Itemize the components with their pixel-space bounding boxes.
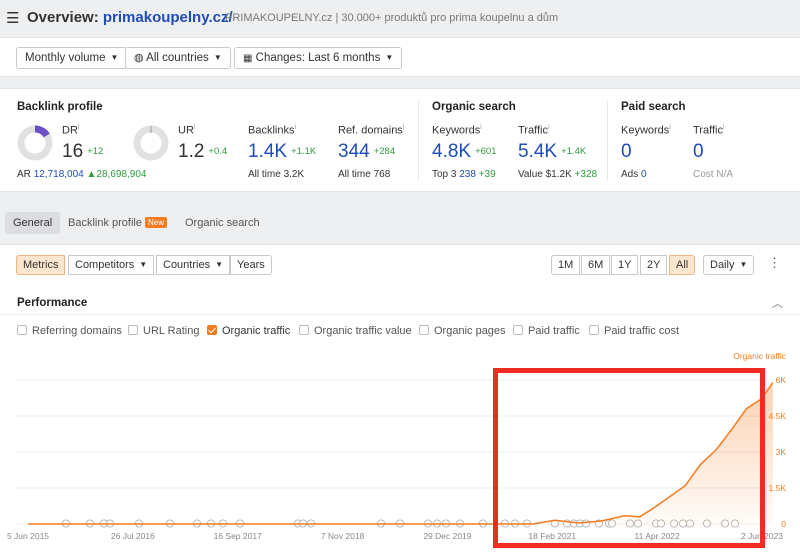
countries-chart-dropdown[interactable]: Countries ▼ [156, 255, 230, 275]
more-options-icon[interactable]: ⋮ [768, 255, 781, 271]
range-2y[interactable]: 2Y [640, 255, 668, 275]
tab-backlink-profile[interactable]: Backlink profile New [60, 212, 175, 234]
menu-icon[interactable]: ☰ [6, 9, 19, 27]
title-prefix: Overview: [27, 9, 103, 26]
dr-donut-icon [17, 125, 53, 161]
chevron-down-icon: ▼ [213, 53, 222, 62]
site-description: PRIMAKOUPELNY.cz | 30.000+ produktů pro … [225, 12, 559, 24]
org-keywords-label[interactable]: Keywordsi [432, 124, 482, 137]
ur-value: 1.2 +0.4 [178, 141, 228, 162]
chevron-down-icon: ▼ [739, 260, 748, 269]
org-top3: Top 3 238 +39 [432, 169, 496, 180]
performance-divider [0, 314, 800, 315]
paid-traffic-value[interactable]: 0 [693, 141, 704, 163]
checkbox-icon [513, 325, 523, 335]
y-tick-label: 3K [776, 447, 787, 457]
stats-panel: Backlink profile DRi 16 +12 AR 12,718,004… [0, 88, 800, 192]
metrics-button[interactable]: Metrics [16, 255, 66, 275]
backlinks-value[interactable]: 1.4K +1.1K [248, 141, 316, 163]
range-all[interactable]: All [669, 255, 696, 275]
ar-rank: AR 12,718,004 ▲28,698,904 [17, 169, 147, 180]
x-tick-label: 7 Nov 2018 [321, 531, 365, 541]
volume-dropdown[interactable]: Monthly volume ▼ [16, 47, 128, 69]
cb-organic-traffic-value[interactable]: Organic traffic value [299, 325, 412, 337]
y-axis-label: Organic traffic [733, 351, 787, 361]
backlinks-label[interactable]: Backlinksi [248, 124, 296, 137]
page-title: Overview: primakoupelny.cz/ [27, 9, 233, 26]
filter-bar: Monthly volume ▼ ◍ All countries ▼ ▦ Chang… [0, 37, 800, 77]
granularity-dropdown[interactable]: Daily ▼ [703, 255, 755, 275]
cb-organic-pages[interactable]: Organic pages [419, 325, 506, 337]
competitors-dropdown[interactable]: Competitors ▼ [68, 255, 155, 275]
checkbox-icon [419, 325, 429, 335]
ur-label[interactable]: URi [178, 124, 195, 137]
y-tick-label: 0 [781, 519, 786, 529]
highlight-box [493, 368, 765, 548]
org-traffic-value[interactable]: 5.4K +1.4K [518, 141, 586, 163]
organic-search-title: Organic search [432, 101, 516, 113]
tab-organic-search[interactable]: Organic search [177, 212, 268, 234]
new-badge: New [144, 217, 167, 228]
checkbox-icon [589, 325, 599, 335]
years-button[interactable]: Years [230, 255, 272, 275]
range-1m[interactable]: 1M [551, 255, 581, 275]
x-tick-label: 26 Jul 2016 [111, 531, 155, 541]
chevron-down-icon: ▼ [110, 53, 119, 62]
ref-domains-label[interactable]: Ref. domainsi [338, 124, 404, 137]
backlinks-all-time: All time 3.2K [248, 169, 305, 180]
dr-value: 16 +12 [62, 141, 104, 162]
checkbox-icon [299, 325, 309, 335]
ref-domains-value[interactable]: 344 +284 [338, 141, 395, 163]
range-1y[interactable]: 1Y [611, 255, 639, 275]
calendar-icon: ▦ [243, 53, 253, 64]
site-link[interactable]: primakoupelny.cz/ [103, 9, 233, 26]
paid-search-title: Paid search [621, 101, 686, 113]
org-keywords-value[interactable]: 4.8K +601 [432, 141, 497, 163]
paid-traffic-label[interactable]: Traffici [693, 124, 725, 137]
globe-icon: ◍ [134, 52, 144, 64]
checkbox-icon [17, 325, 27, 335]
paid-cost: Cost N/A [693, 169, 734, 180]
x-tick-label: 16 Sep 2017 [214, 531, 262, 541]
chevron-up-icon[interactable]: ︿ [772, 295, 783, 311]
performance-title: Performance [17, 297, 88, 309]
changes-dropdown[interactable]: ▦ Changes: Last 6 months ▼ [234, 47, 403, 69]
tab-general[interactable]: General [5, 212, 61, 234]
cb-referring-domains[interactable]: Referring domains [17, 325, 122, 337]
org-traffic-value-sub: Value $1.2K +328 [518, 169, 598, 180]
cb-paid-traffic[interactable]: Paid traffic [513, 325, 580, 337]
paid-ads: Ads 0 [621, 169, 647, 180]
backlink-profile-title: Backlink profile [17, 101, 103, 113]
chevron-down-icon: ▼ [385, 53, 394, 62]
section-divider [607, 101, 608, 181]
ref-domains-all-time: All time 768 [338, 169, 391, 180]
y-tick-label: 6K [776, 375, 787, 385]
section-divider [418, 101, 419, 181]
checkbox-icon [128, 325, 138, 335]
org-traffic-label[interactable]: Traffici [518, 124, 550, 137]
chevron-down-icon: ▼ [215, 260, 223, 269]
dr-label[interactable]: DRi [62, 124, 79, 137]
range-6m[interactable]: 6M [581, 255, 611, 275]
paid-keywords-value[interactable]: 0 [621, 141, 632, 163]
checkbox-checked-icon [207, 325, 217, 335]
paid-keywords-label[interactable]: Keywordsi [621, 124, 671, 137]
x-tick-label: 5 Jun 2015 [7, 531, 49, 541]
chevron-down-icon: ▼ [139, 260, 148, 269]
countries-dropdown[interactable]: ◍ All countries ▼ [125, 47, 231, 69]
ur-donut-icon [133, 125, 169, 161]
cb-organic-traffic[interactable]: Organic traffic [207, 325, 290, 337]
x-tick-label: 29 Dec 2019 [423, 531, 471, 541]
cb-url-rating[interactable]: URL Rating [128, 325, 199, 337]
cb-paid-traffic-cost[interactable]: Paid traffic cost [589, 325, 679, 337]
